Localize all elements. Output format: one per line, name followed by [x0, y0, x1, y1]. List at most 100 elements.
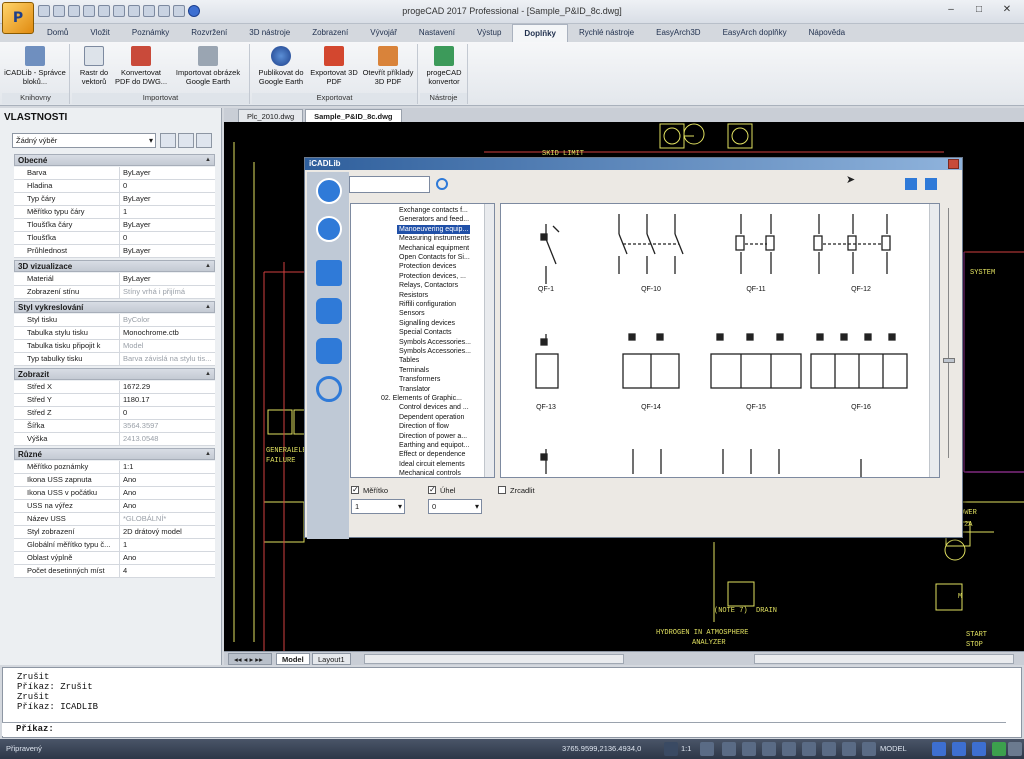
- selection-dropdown[interactable]: Žádný výběr: [12, 133, 156, 148]
- save-icon[interactable]: [68, 5, 80, 17]
- redo-icon[interactable]: [113, 5, 125, 17]
- property-row[interactable]: Zobrazení stínu Stíny vrhá i přijímá: [14, 286, 215, 299]
- tree-item[interactable]: Symbols Accessories...: [399, 347, 471, 356]
- property-row[interactable]: Tloušťka 0: [14, 232, 215, 245]
- open-3dpdf-samples-button[interactable]: Otevřít příklady 3D PDF: [360, 46, 416, 86]
- minimize-button[interactable]: –: [938, 2, 964, 18]
- angle-checkbox[interactable]: ✓: [428, 486, 436, 494]
- symbol-label[interactable]: QF-11: [726, 286, 786, 293]
- property-value[interactable]: Ano: [123, 487, 215, 499]
- app-logo[interactable]: P: [2, 2, 34, 34]
- property-row[interactable]: Ikona USS v počátku Ano: [14, 487, 215, 500]
- horizontal-scrollbar-right[interactable]: [754, 654, 1014, 664]
- property-value[interactable]: Ano: [123, 500, 215, 512]
- google-earth-publish-button[interactable]: Publikovat do Google Earth: [254, 46, 308, 86]
- quick-select-icon[interactable]: [160, 133, 176, 148]
- property-value[interactable]: 1672.29: [123, 381, 215, 393]
- tree-item[interactable]: Riffili configuration: [399, 300, 456, 309]
- symbol-label[interactable]: QF-10: [621, 286, 681, 293]
- property-value[interactable]: *GLOBÁLNÍ*: [123, 513, 215, 525]
- symbol-label[interactable]: QF-12: [831, 286, 891, 293]
- properties-icon[interactable]: [173, 5, 185, 17]
- tree-item[interactable]: Ideal circuit elements: [399, 460, 465, 469]
- layers-icon[interactable]: [158, 5, 170, 17]
- tmodel-icon[interactable]: [862, 742, 876, 756]
- tab-1[interactable]: Vložit: [79, 24, 121, 42]
- tree-item[interactable]: Manoeuvering equip...: [397, 224, 471, 234]
- property-row[interactable]: Typ tabulky tisku Barva závislá na stylu …: [14, 353, 215, 366]
- scale-checkbox[interactable]: ✓: [351, 486, 359, 494]
- property-row[interactable]: Měřítko typu čáry 1: [14, 206, 215, 219]
- property-value[interactable]: 2413.0548: [123, 433, 215, 445]
- property-value[interactable]: Ano: [123, 474, 215, 486]
- icadlib-button[interactable]: iCADLib - Správce bloků...: [4, 46, 66, 86]
- property-value[interactable]: 3564.3597: [123, 420, 215, 432]
- status-scale[interactable]: 1:1: [681, 739, 691, 759]
- tree-item[interactable]: Mechanical controls: [399, 469, 461, 477]
- section-header[interactable]: Různé: [14, 448, 215, 460]
- symbol-label[interactable]: QF-15: [726, 404, 786, 411]
- polar-icon[interactable]: [782, 742, 796, 756]
- pickadd-icon[interactable]: [196, 133, 212, 148]
- tab-0[interactable]: Domů: [36, 24, 79, 42]
- layout-tab-model[interactable]: Model: [276, 653, 310, 665]
- tree-item[interactable]: Control devices and ...: [399, 403, 469, 412]
- symbol-grid-scrollbar[interactable]: [929, 204, 939, 477]
- symbol-label[interactable]: QF-1: [516, 286, 576, 293]
- tab-10[interactable]: Rychlé nástroje: [568, 24, 645, 42]
- settings-icon[interactable]: [316, 376, 342, 402]
- property-row[interactable]: Tabulka stylu tisku Monochrome.ctb: [14, 327, 215, 340]
- tree-item[interactable]: Open Contacts for Si...: [399, 253, 470, 262]
- back-icon[interactable]: [316, 178, 342, 204]
- symbol-label[interactable]: QF-16: [831, 404, 891, 411]
- property-row[interactable]: Globální měřítko typu č... 1: [14, 539, 215, 552]
- more-icon[interactable]: [1008, 742, 1022, 756]
- tree-item[interactable]: Direction of flow: [399, 422, 449, 431]
- raster-vector-button[interactable]: Rastr do vektorů: [74, 46, 114, 86]
- ortho-icon[interactable]: [742, 742, 756, 756]
- property-row[interactable]: Typ čáry ByLayer: [14, 193, 215, 206]
- angle-dropdown[interactable]: 0: [428, 499, 482, 514]
- update-check-icon[interactable]: [992, 742, 1006, 756]
- property-value[interactable]: ByLayer: [123, 219, 215, 231]
- tab-7[interactable]: Nastavení: [408, 24, 466, 42]
- print-icon[interactable]: [128, 5, 140, 17]
- ucs-icon[interactable]: [952, 742, 966, 756]
- property-value[interactable]: 4: [123, 565, 215, 577]
- layout-tab-layout1[interactable]: Layout1: [312, 653, 351, 665]
- property-row[interactable]: Styl tisku ByColor: [14, 314, 215, 327]
- property-value[interactable]: 1:1: [123, 461, 215, 473]
- property-row[interactable]: Oblast výplně Ano: [14, 552, 215, 565]
- tree-item[interactable]: Relays, Contactors: [399, 281, 458, 290]
- tree-item[interactable]: Resistors: [399, 291, 428, 300]
- tree-item[interactable]: Protection devices: [399, 262, 456, 271]
- maximize-button[interactable]: □: [966, 2, 992, 18]
- property-value[interactable]: Model: [123, 340, 215, 352]
- property-value[interactable]: 1: [123, 539, 215, 551]
- preview-icon[interactable]: [143, 5, 155, 17]
- list-view-icon[interactable]: [905, 178, 917, 190]
- property-value[interactable]: ByLayer: [123, 167, 215, 179]
- doc-tab-sample[interactable]: Sample_P&ID_8c.dwg: [305, 109, 402, 122]
- tree-item[interactable]: Exchange contacts f...: [399, 206, 468, 215]
- property-value[interactable]: 1: [123, 206, 215, 218]
- tree-item[interactable]: Protection devices, ...: [399, 272, 466, 281]
- tab-navigation-arrows[interactable]: ◂◂ ◂ ▸ ▸▸: [228, 653, 272, 665]
- tree-item[interactable]: Tables: [399, 356, 419, 365]
- size-slider-track[interactable]: [948, 208, 949, 458]
- grid-icon[interactable]: [762, 742, 776, 756]
- property-row[interactable]: Měřítko poznámky 1:1: [14, 461, 215, 474]
- tab-12[interactable]: EasyArch doplňky: [712, 24, 798, 42]
- property-row[interactable]: Střed Y 1180.17: [14, 394, 215, 407]
- library-search-input[interactable]: [349, 176, 430, 193]
- property-row[interactable]: Styl zobrazení 2D drátový model: [14, 526, 215, 539]
- symbol-grid[interactable]: QF-1 QF-10 QF-11 QF-12 QF-13 QF-14 QF-15…: [500, 203, 940, 478]
- tab-13[interactable]: Nápověda: [798, 24, 856, 42]
- property-value[interactable]: Ano: [123, 552, 215, 564]
- tab-8[interactable]: Výstup: [466, 24, 512, 42]
- tree-item[interactable]: Earthing and equipot...: [399, 441, 469, 450]
- property-row[interactable]: Ikona USS zapnuta Ano: [14, 474, 215, 487]
- tree-item[interactable]: Mechanical equipment: [399, 244, 469, 253]
- tree-item[interactable]: Translator: [399, 385, 430, 394]
- property-row[interactable]: Materiál ByLayer: [14, 273, 215, 286]
